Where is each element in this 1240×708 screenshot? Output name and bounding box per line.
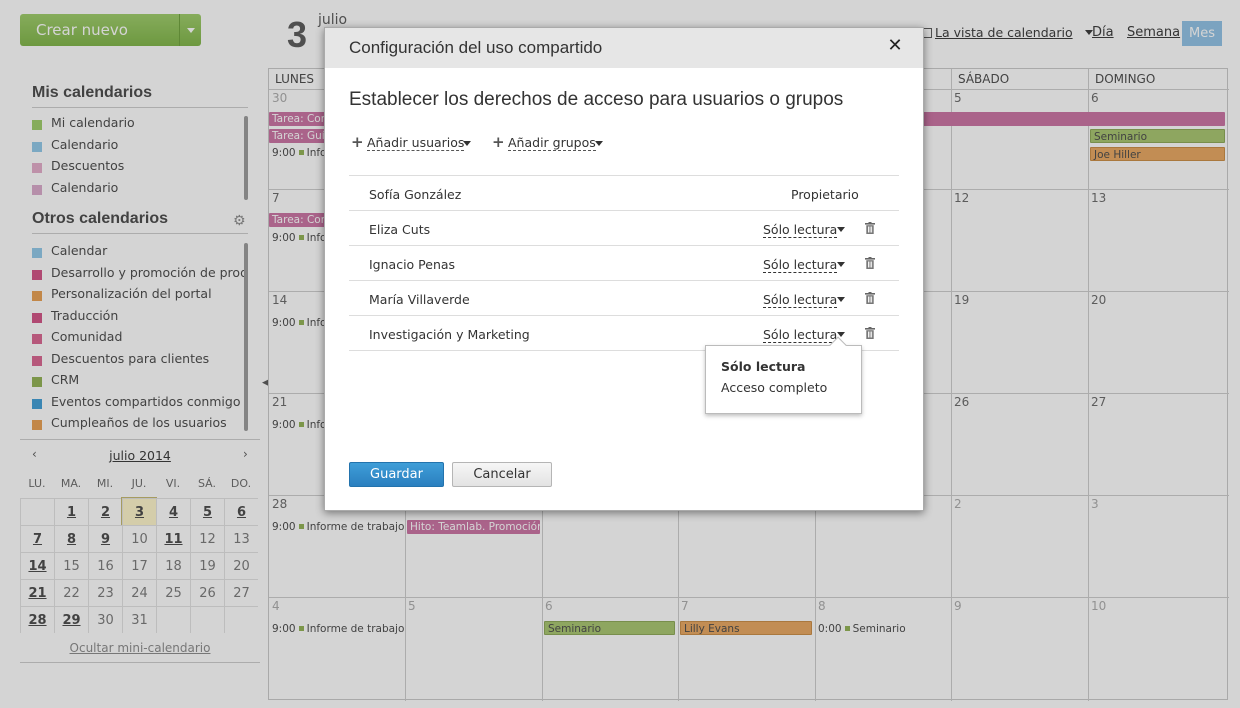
calendar-app: Crear nuevo Mis calendarios Mi calendari… xyxy=(0,0,1240,708)
chevron-down-icon xyxy=(463,141,471,146)
owner-label: Propietario xyxy=(791,187,859,202)
trash-icon[interactable] xyxy=(865,327,875,339)
access-level-select[interactable]: Sólo lectura xyxy=(763,292,838,308)
user-name: María Villaverde xyxy=(369,292,470,307)
access-row: Sofía González Propietario xyxy=(349,175,899,210)
save-button[interactable]: Guardar xyxy=(349,462,444,487)
dialog-title: Configuración del uso compartido xyxy=(349,38,603,57)
trash-icon[interactable] xyxy=(865,222,875,234)
sharing-settings-dialog: Configuración del uso compartido ✕ Estab… xyxy=(324,27,924,511)
option-read-only[interactable]: Sólo lectura xyxy=(721,359,805,374)
access-level-select[interactable]: Sólo lectura xyxy=(763,327,838,343)
chevron-down-icon xyxy=(595,141,603,146)
plus-icon: + xyxy=(351,133,364,151)
dialog-header: Configuración del uso compartido ✕ xyxy=(325,28,923,68)
user-name: Ignacio Penas xyxy=(369,257,456,272)
option-full-access[interactable]: Acceso completo xyxy=(721,380,827,395)
close-icon[interactable]: ✕ xyxy=(885,35,905,59)
chevron-down-icon[interactable] xyxy=(837,227,845,232)
chevron-down-icon[interactable] xyxy=(837,262,845,267)
plus-icon: + xyxy=(492,133,505,151)
user-name: Investigación y Marketing xyxy=(369,327,530,342)
add-groups-label: Añadir grupos xyxy=(508,135,596,151)
trash-icon[interactable] xyxy=(865,292,875,304)
dialog-subtitle: Establecer los derechos de acceso para u… xyxy=(349,89,844,110)
access-row: Eliza Cuts Sólo lectura xyxy=(349,210,899,245)
access-row: Ignacio Penas Sólo lectura xyxy=(349,245,899,280)
trash-icon[interactable] xyxy=(865,257,875,269)
chevron-down-icon[interactable] xyxy=(837,297,845,302)
access-level-select[interactable]: Sólo lectura xyxy=(763,257,838,273)
access-row: María Villaverde Sólo lectura xyxy=(349,280,899,315)
user-name: Sofía González xyxy=(369,187,462,202)
cancel-button[interactable]: Cancelar xyxy=(452,462,552,487)
add-users-label: Añadir usuarios xyxy=(367,135,465,151)
user-name: Eliza Cuts xyxy=(369,222,431,237)
access-level-select[interactable]: Sólo lectura xyxy=(763,222,838,238)
access-dropdown-menu: Sólo lectura Acceso completo xyxy=(705,336,862,414)
